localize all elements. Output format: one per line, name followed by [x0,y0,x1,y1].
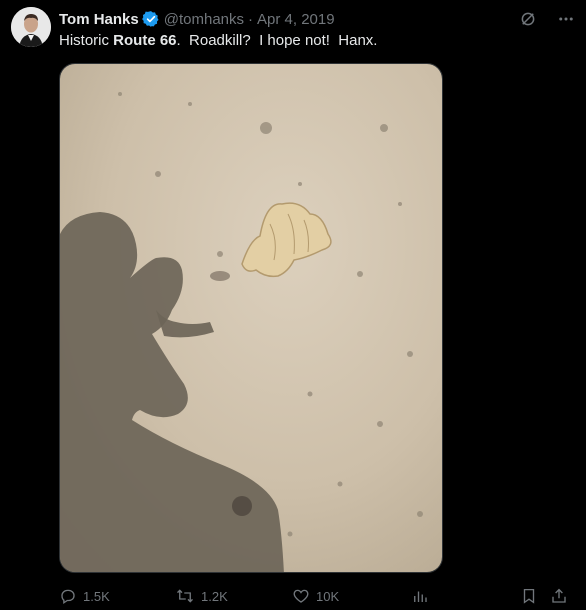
tweet-text-part2: . Roadkill? I hope not! Hanx. [176,32,378,49]
retweet-icon [177,589,193,603]
bookmark-icon [523,588,535,604]
reply-count: 1.5K [83,588,110,604]
reply-icon [61,589,75,605]
like-count: 10K [316,588,340,604]
bookmark-button[interactable] [520,587,544,605]
verified-badge-icon [141,10,160,28]
tweet-header: Tom Hanks @tomhanks · Apr 4, 2019 [59,9,335,29]
retweet-button[interactable]: 1.2K [175,587,228,605]
tweet-text-bold[interactable]: Route 66 [113,32,176,49]
tweet-text: Historic Route 66. Roadkill? I hope not!… [59,31,377,51]
grok-icon[interactable] [518,9,538,29]
tweet-top-actions [518,9,576,29]
author-name[interactable]: Tom Hanks [59,11,139,28]
more-icon[interactable] [556,9,576,29]
like-button[interactable]: 10K [292,587,339,605]
tweet-photo[interactable] [59,63,443,573]
reply-button[interactable]: 1.5K [59,587,110,605]
share-button[interactable] [550,587,574,605]
retweet-count: 1.2K [201,588,228,604]
tweet-date[interactable]: Apr 4, 2019 [257,11,335,28]
tweet[interactable]: Tom Hanks @tomhanks · Apr 4, 2019 Histor… [0,0,586,610]
share-icon [552,588,566,603]
tweet-actions: 1.5K 1.2K 10K [59,585,578,607]
author-handle[interactable]: @tomhanks [164,11,244,28]
views-icon [414,591,427,602]
heart-icon [293,589,309,603]
tweet-text-part1: Historic [59,32,114,49]
avatar[interactable] [11,7,51,47]
views-button[interactable] [411,587,435,605]
separator-dot: · [248,10,254,28]
